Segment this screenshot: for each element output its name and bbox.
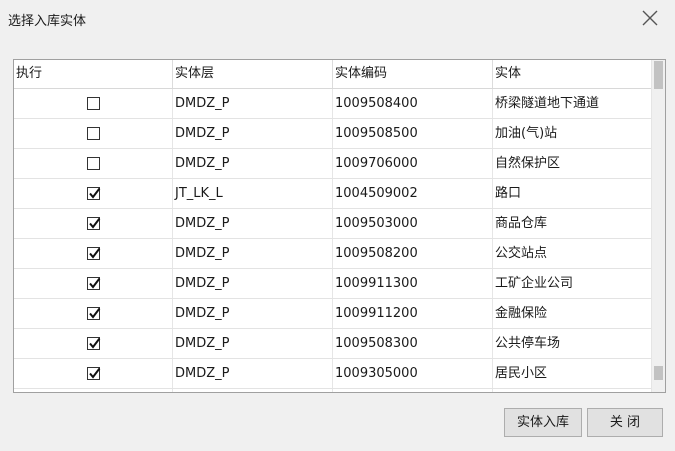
column-header-execute[interactable]: 执行 bbox=[14, 60, 173, 88]
import-entities-button[interactable]: 实体入库 bbox=[504, 408, 582, 437]
checkmark-icon bbox=[89, 367, 101, 379]
entity-name-cell: 商品仓库 bbox=[495, 216, 548, 231]
entity-layer-cell: JT_LK_L bbox=[173, 179, 333, 208]
execute-checkbox[interactable] bbox=[87, 277, 101, 290]
table-row[interactable] bbox=[14, 389, 651, 392]
entity-code-cell: 1009508500 bbox=[333, 119, 493, 148]
entity-code-cell: 1009503000 bbox=[333, 209, 493, 238]
execute-cell bbox=[14, 119, 173, 148]
execute-checkbox[interactable] bbox=[87, 127, 100, 140]
dialog-title: 选择入库实体 bbox=[8, 14, 87, 29]
table-row[interactable]: DMDZ_P 1009911300 工矿企业公司 bbox=[14, 269, 651, 299]
entity-name-cell: 自然保护区 bbox=[495, 156, 561, 171]
execute-checkbox[interactable] bbox=[87, 97, 100, 110]
scrollbar-thumb[interactable] bbox=[654, 61, 663, 89]
execute-checkbox[interactable] bbox=[87, 247, 101, 260]
entity-layer-cell: DMDZ_P bbox=[173, 329, 333, 358]
execute-cell bbox=[14, 239, 173, 268]
entity-code-cell: 1009911200 bbox=[333, 299, 493, 328]
entity-name-cell: 路口 bbox=[495, 186, 522, 201]
entity-layer-cell: DMDZ_P bbox=[173, 299, 333, 328]
table-row[interactable]: DMDZ_P 1009508400 桥梁隧道地下通道 bbox=[14, 89, 651, 119]
entity-layer-cell bbox=[173, 389, 333, 392]
column-header-code[interactable]: 实体编码 bbox=[333, 60, 493, 88]
table-row[interactable]: JT_LK_L 1004509002 路口 bbox=[14, 179, 651, 209]
entity-name-cell: 工矿企业公司 bbox=[495, 276, 574, 291]
execute-cell bbox=[14, 149, 173, 178]
checkmark-icon bbox=[89, 277, 101, 289]
execute-checkbox[interactable] bbox=[87, 217, 101, 230]
entity-code-cell: 1009305000 bbox=[333, 359, 493, 388]
execute-checkbox[interactable] bbox=[87, 187, 101, 200]
checkmark-icon bbox=[89, 307, 101, 319]
column-header-entity[interactable]: 实体 bbox=[493, 60, 651, 88]
checkmark-icon bbox=[89, 187, 101, 199]
table-row[interactable]: DMDZ_P 1009508500 加油(气)站 bbox=[14, 119, 651, 149]
title-bar: 选择入库实体 bbox=[0, 0, 675, 40]
entity-layer-cell: DMDZ_P bbox=[173, 359, 333, 388]
entity-name-cell: 桥梁隧道地下通道 bbox=[495, 96, 600, 111]
execute-checkbox[interactable] bbox=[87, 337, 101, 350]
execute-checkbox[interactable] bbox=[87, 367, 101, 380]
execute-cell bbox=[14, 269, 173, 298]
execute-checkbox[interactable] bbox=[87, 157, 100, 170]
checkmark-icon bbox=[89, 217, 101, 229]
entity-code-cell: 1004509002 bbox=[333, 179, 493, 208]
table-header: 执行 实体层 实体编码 实体 bbox=[14, 60, 651, 89]
entity-name-cell: 公交站点 bbox=[495, 246, 548, 261]
entity-layer-cell: DMDZ_P bbox=[173, 119, 333, 148]
entity-table-body: 执行 实体层 实体编码 实体 DMDZ_P 1009508400 桥梁隧道地下通道 D… bbox=[14, 60, 651, 392]
entity-name-cell: 公共停车场 bbox=[495, 336, 561, 351]
execute-cell bbox=[14, 299, 173, 328]
entity-code-cell: 1009508400 bbox=[333, 89, 493, 118]
close-button[interactable]: 关 闭 bbox=[587, 408, 663, 437]
entity-layer-cell: DMDZ_P bbox=[173, 209, 333, 238]
close-x-icon[interactable] bbox=[641, 9, 659, 27]
entity-name-cell bbox=[493, 389, 651, 392]
execute-cell bbox=[14, 89, 173, 118]
entity-name-cell: 加油(气)站 bbox=[495, 126, 558, 141]
execute-cell bbox=[14, 389, 173, 392]
table-row[interactable]: DMDZ_P 1009706000 自然保护区 bbox=[14, 149, 651, 179]
table-row[interactable]: DMDZ_P 1009508300 公共停车场 bbox=[14, 329, 651, 359]
entity-code-cell: 1009508300 bbox=[333, 329, 493, 358]
table-row[interactable]: DMDZ_P 1009503000 商品仓库 bbox=[14, 209, 651, 239]
entity-name-cell: 金融保险 bbox=[495, 306, 548, 321]
execute-checkbox[interactable] bbox=[87, 307, 101, 320]
entity-code-cell bbox=[333, 389, 493, 392]
checkmark-icon bbox=[89, 337, 101, 349]
entity-table: 执行 实体层 实体编码 实体 DMDZ_P 1009508400 桥梁隧道地下通道 D… bbox=[13, 59, 666, 393]
vertical-scrollbar[interactable] bbox=[651, 60, 665, 392]
execute-cell bbox=[14, 209, 173, 238]
execute-cell bbox=[14, 359, 173, 388]
entity-layer-cell: DMDZ_P bbox=[173, 239, 333, 268]
checkmark-icon bbox=[89, 247, 101, 259]
entity-code-cell: 1009508200 bbox=[333, 239, 493, 268]
execute-cell bbox=[14, 179, 173, 208]
entity-layer-cell: DMDZ_P bbox=[173, 269, 333, 298]
entity-layer-cell: DMDZ_P bbox=[173, 89, 333, 118]
entity-layer-cell: DMDZ_P bbox=[173, 149, 333, 178]
scrollbar-thumb-lower[interactable] bbox=[654, 366, 663, 380]
execute-cell bbox=[14, 329, 173, 358]
table-row[interactable]: DMDZ_P 1009508200 公交站点 bbox=[14, 239, 651, 269]
entity-code-cell: 1009706000 bbox=[333, 149, 493, 178]
table-row[interactable]: DMDZ_P 1009305000 居民小区 bbox=[14, 359, 651, 389]
column-header-layer[interactable]: 实体层 bbox=[173, 60, 333, 88]
table-row[interactable]: DMDZ_P 1009911200 金融保险 bbox=[14, 299, 651, 329]
entity-code-cell: 1009911300 bbox=[333, 269, 493, 298]
entity-name-cell: 居民小区 bbox=[495, 366, 548, 381]
